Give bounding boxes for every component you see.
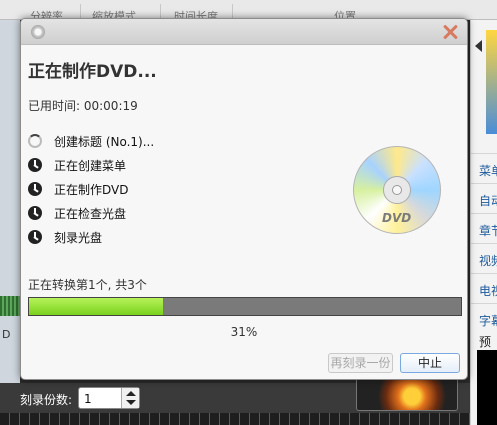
- preview-window: [477, 350, 497, 425]
- stop-button[interactable]: 中止: [400, 353, 460, 373]
- copies-value[interactable]: 1: [84, 392, 92, 406]
- spin-up-icon[interactable]: [126, 391, 136, 396]
- elapsed-time-value: 00:00:19: [83, 99, 138, 113]
- dialog-titlebar[interactable]: [21, 19, 467, 45]
- clock-icon: [28, 158, 42, 172]
- elapsed-time: 已用时间: 00:00:19: [28, 97, 138, 114]
- progress-bar-fill: [29, 298, 163, 315]
- step-label: 刻录光盘: [54, 231, 103, 245]
- copies-stepper[interactable]: 1: [78, 387, 140, 409]
- elapsed-time-label: 已用时间:: [28, 99, 84, 113]
- step-label: 正在创建菜单: [54, 159, 127, 173]
- audio-waveform-strip: [0, 296, 20, 316]
- panel-item-tv[interactable]: 电视: [479, 282, 497, 299]
- step-item: 正在创建菜单: [28, 153, 328, 177]
- panel-item-chapter[interactable]: 章节: [479, 222, 497, 239]
- timeline-ruler: [0, 413, 470, 425]
- step-item: 刻录光盘: [28, 225, 328, 249]
- panel-divider: [471, 243, 497, 244]
- step-list: 创建标题 (No.1)... 正在创建菜单 正在制作DVD 正在检查光盘 刻录光…: [28, 129, 328, 249]
- column-header-row: 分辨率 缩放模式 时间长度 位置: [0, 0, 470, 23]
- dvd-disc-icon: DVD: [353, 146, 441, 234]
- background-header: 分辨率 缩放模式 时间长度 位置: [0, 0, 497, 23]
- progress-bar: [28, 297, 462, 316]
- progress-percent: 31%: [230, 325, 258, 339]
- panel-divider: [471, 153, 497, 154]
- step-label: 正在制作DVD: [54, 183, 129, 197]
- spin-down-icon[interactable]: [126, 400, 136, 405]
- copies-spin-buttons[interactable]: [121, 388, 139, 408]
- step-label: 创建标题 (No.1)...: [54, 135, 155, 149]
- panel-divider: [471, 213, 497, 214]
- close-icon[interactable]: [441, 23, 459, 41]
- dialog-heading: 正在制作DVD...: [28, 62, 157, 82]
- panel-item-video[interactable]: 视频: [479, 252, 497, 269]
- panel-divider: [471, 303, 497, 304]
- theme-thumbnail[interactable]: [486, 30, 497, 134]
- left-panel-edge: D: [0, 20, 20, 415]
- panel-item-menu[interactable]: 菜单: [479, 162, 497, 179]
- step-item: 创建标题 (No.1)...: [28, 129, 328, 153]
- menu-preview-thumbnail[interactable]: [356, 375, 458, 411]
- clock-icon: [28, 230, 42, 244]
- conversion-status: 正在转换第1个, 共3个: [28, 278, 147, 292]
- right-side-panel: 菜单 自动 章节 视频 电视 字幕 预览: [470, 20, 497, 425]
- step-item: 正在检查光盘: [28, 201, 328, 225]
- step-item: 正在制作DVD: [28, 177, 328, 201]
- panel-divider: [471, 273, 497, 274]
- collapse-arrow-icon[interactable]: [475, 40, 482, 52]
- panel-item-subtitle[interactable]: 字幕: [479, 312, 497, 329]
- disc-hub: [383, 176, 411, 204]
- copies-label: 刻录份数:: [20, 393, 73, 407]
- spinner-icon: [28, 134, 42, 148]
- clock-icon: [28, 206, 42, 220]
- disc-hole: [392, 185, 402, 195]
- app-logo-icon: [31, 25, 45, 39]
- dvd-progress-dialog: 正在制作DVD... 已用时间: 00:00:19 创建标题 (No.1)...…: [20, 18, 468, 380]
- step-label: 正在检查光盘: [54, 207, 127, 221]
- dvd-logo-text: DVD: [382, 211, 412, 225]
- left-panel-letter: D: [2, 328, 11, 341]
- panel-item-auto[interactable]: 自动: [479, 192, 497, 209]
- burn-another-copy-button[interactable]: 再刻录一份: [328, 353, 393, 373]
- clock-icon: [28, 182, 42, 196]
- panel-divider: [471, 183, 497, 184]
